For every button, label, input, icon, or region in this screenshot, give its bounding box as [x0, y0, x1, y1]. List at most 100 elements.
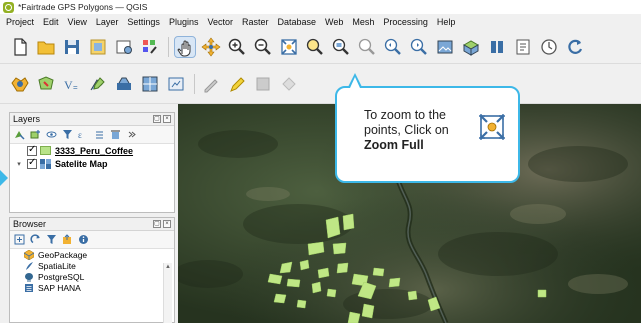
menu-bar: Project Edit View Layer Settings Plugins…: [0, 14, 641, 30]
map-tips-icon[interactable]: [513, 37, 533, 57]
refresh-icon[interactable]: [30, 234, 41, 245]
save-edits-icon[interactable]: [253, 74, 273, 94]
menu-mesh[interactable]: Mesh: [352, 17, 374, 27]
postgresql-icon: [25, 272, 33, 282]
expand-all-icon[interactable]: [94, 129, 105, 140]
callout-pointer-inner: [350, 77, 360, 88]
new-memory-layer-icon[interactable]: [166, 74, 186, 94]
zoom-to-layer-icon[interactable]: [331, 37, 351, 57]
temporal-controller-icon[interactable]: [487, 37, 507, 57]
collapse-all-icon[interactable]: [62, 234, 73, 245]
style-manager-icon[interactable]: [140, 37, 160, 57]
window-title: *Fairtrade GPS Polygons — QGIS: [18, 2, 148, 12]
new-shapefile-icon[interactable]: [114, 74, 134, 94]
layout-manager-icon[interactable]: [114, 37, 134, 57]
style-panel-icon[interactable]: [14, 129, 25, 140]
toggle-editing-icon[interactable]: [201, 74, 221, 94]
edit-pencil-icon[interactable]: [227, 74, 247, 94]
polygon-layer-icon: [40, 146, 51, 155]
geopackage-icon: [24, 249, 34, 260]
svg-text:ε: ε: [78, 130, 82, 140]
zoom-last-icon[interactable]: [383, 37, 403, 57]
digitizing-toolbar: V =: [0, 64, 641, 104]
callout-bold: Zoom Full: [364, 138, 424, 152]
menu-database[interactable]: Database: [278, 17, 317, 27]
callout-line-2: points, Click on: [364, 123, 449, 137]
float-panel-icon[interactable]: ▢: [153, 220, 161, 228]
menu-edit[interactable]: Edit: [43, 17, 59, 27]
main-toolbar: [0, 30, 641, 64]
menu-view[interactable]: View: [68, 17, 87, 27]
zoom-full-icon[interactable]: [279, 37, 299, 57]
zoom-next-icon[interactable]: [409, 37, 429, 57]
menu-vector[interactable]: Vector: [207, 17, 233, 27]
tutorial-marker: [0, 170, 8, 186]
info-icon[interactable]: [78, 234, 89, 245]
clock-icon[interactable]: [539, 37, 559, 57]
remove-layer-icon[interactable]: [110, 129, 121, 140]
menu-settings[interactable]: Settings: [127, 17, 160, 27]
zoom-full-callout: To zoom to the points, Click on Zoom Ful…: [335, 86, 520, 183]
filter-legend-icon[interactable]: ε: [78, 129, 89, 140]
toolbar-separator: [168, 36, 169, 57]
browser-item-sap-hana[interactable]: SAP HANA: [10, 282, 174, 293]
add-delimited-text-icon[interactable]: V =: [62, 74, 82, 94]
browser-item-geopackage[interactable]: GeoPackage: [10, 249, 174, 260]
scroll-up-icon[interactable]: ▲: [164, 263, 172, 271]
layers-toolbar: ε: [10, 126, 174, 144]
callout-line-1: To zoom to the: [364, 108, 446, 122]
menu-layer[interactable]: Layer: [96, 17, 119, 27]
layers-panel-title: Layers: [13, 114, 41, 124]
chevron-down-icon[interactable]: ▾: [14, 160, 24, 168]
database-icon: [25, 283, 33, 292]
layer-item-peru-coffee[interactable]: 3333_Peru_Coffee: [10, 144, 174, 157]
layer-name: 3333_Peru_Coffee: [55, 145, 134, 156]
zoom-in-icon[interactable]: [227, 37, 247, 57]
refresh-icon[interactable]: [565, 37, 585, 57]
browser-item-spatialite[interactable]: SpatiaLite: [10, 260, 174, 271]
zoom-out-icon[interactable]: [253, 37, 273, 57]
close-panel-icon[interactable]: ×: [163, 220, 171, 228]
save-project-icon[interactable]: [62, 37, 82, 57]
zoom-native-icon[interactable]: [357, 37, 377, 57]
more-tools-icon[interactable]: [126, 129, 137, 140]
close-panel-icon[interactable]: ×: [163, 115, 171, 123]
menu-processing[interactable]: Processing: [383, 17, 428, 27]
pan-to-selection-icon[interactable]: [201, 37, 221, 57]
add-vector-layer-icon[interactable]: [36, 74, 56, 94]
new-project-icon[interactable]: [10, 37, 30, 57]
zoom-to-selection-icon[interactable]: [305, 37, 325, 57]
new-3d-map-icon[interactable]: [461, 37, 481, 57]
print-layout-icon[interactable]: [88, 37, 108, 57]
menu-raster[interactable]: Raster: [242, 17, 269, 27]
menu-project[interactable]: Project: [6, 17, 34, 27]
menu-help[interactable]: Help: [437, 17, 456, 27]
new-geopackage-icon[interactable]: [140, 74, 160, 94]
menu-web[interactable]: Web: [325, 17, 343, 27]
pan-map-icon[interactable]: [174, 35, 196, 58]
browser-scrollbar[interactable]: ▲: [163, 263, 172, 323]
new-map-view-icon[interactable]: [435, 37, 455, 57]
data-source-manager-icon[interactable]: [10, 74, 30, 94]
svg-text:V: V: [64, 78, 73, 92]
browser-panel-header: Browser ▢ ×: [10, 218, 174, 231]
filter-icon[interactable]: [46, 234, 57, 245]
float-panel-icon[interactable]: ▢: [153, 115, 161, 123]
browser-item-label: PostgreSQL: [38, 271, 85, 282]
browser-item-postgresql[interactable]: PostgreSQL: [10, 271, 174, 282]
filter-icon[interactable]: [62, 129, 73, 140]
layer-name: Satelite Map: [55, 158, 108, 169]
digitize-icon[interactable]: [88, 74, 108, 94]
add-selected-layers-icon[interactable]: [14, 234, 25, 245]
layer-item-satelite-map[interactable]: ▾ Satelite Map: [10, 157, 174, 170]
callout-text: To zoom to the points, Click on Zoom Ful…: [364, 108, 484, 153]
layer-visibility-checkbox[interactable]: [27, 157, 37, 169]
add-group-icon[interactable]: [30, 129, 41, 140]
open-project-icon[interactable]: [36, 37, 56, 57]
visibility-icon[interactable]: [46, 129, 57, 140]
browser-item-label: SAP HANA: [38, 282, 81, 293]
add-feature-icon[interactable]: [279, 74, 299, 94]
title-bar: *Fairtrade GPS Polygons — QGIS: [0, 0, 641, 14]
layer-visibility-checkbox[interactable]: [27, 144, 37, 156]
menu-plugins[interactable]: Plugins: [169, 17, 199, 27]
